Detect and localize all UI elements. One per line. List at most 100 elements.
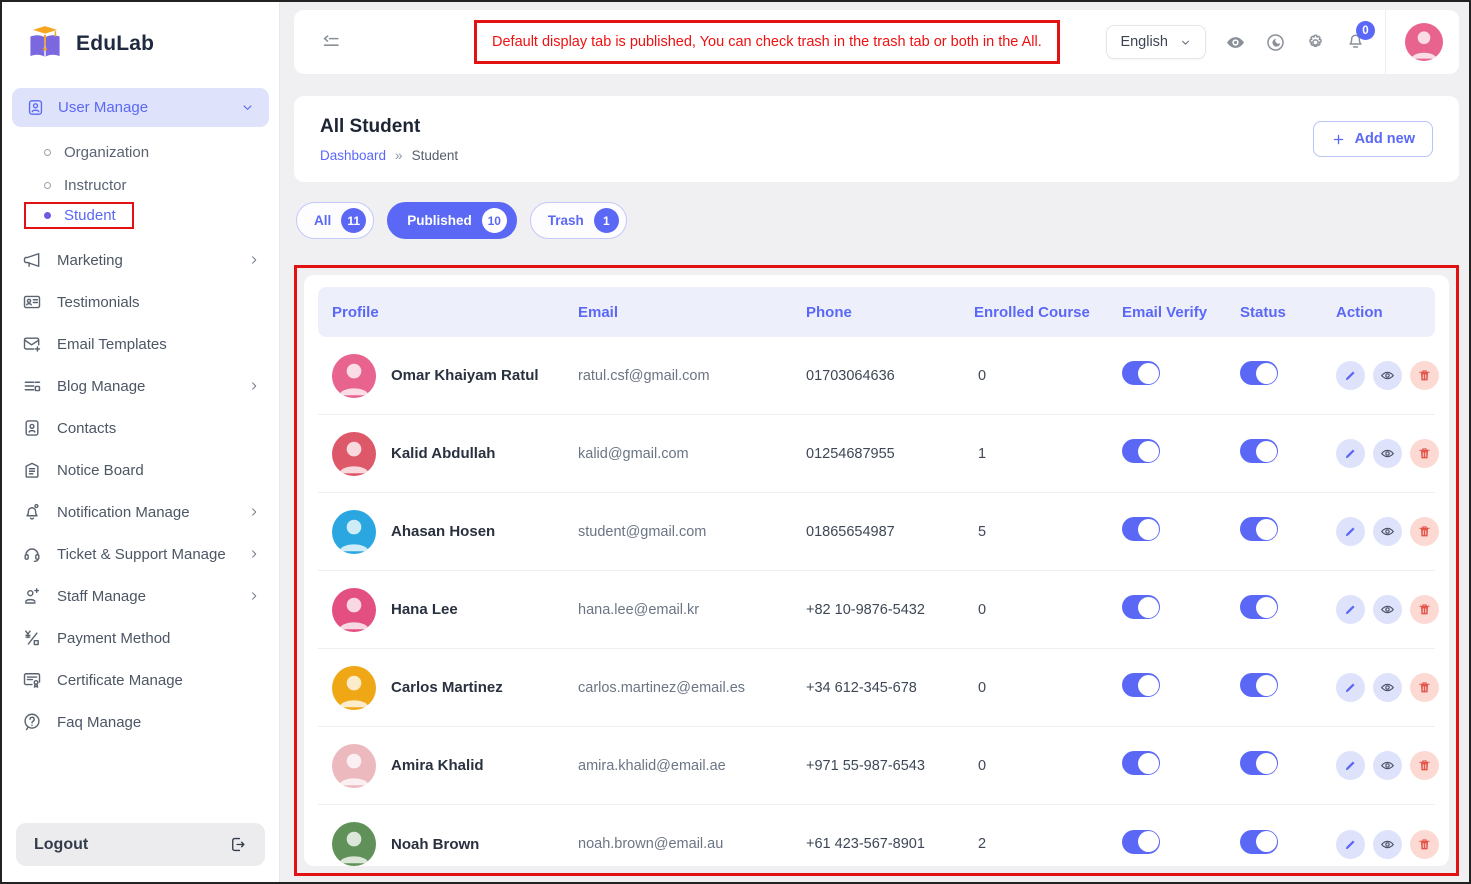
sidebar-item-payment-method[interactable]: Payment Method (12, 617, 269, 659)
delete-button[interactable] (1410, 673, 1439, 702)
table-body: Omar Khaiyam Ratul ratul.csf@gmail.com 0… (318, 337, 1435, 866)
sidebar-item-testimonials[interactable]: Testimonials (12, 281, 269, 323)
tab-count-badge: 10 (482, 208, 507, 233)
collapse-icon[interactable] (320, 31, 342, 53)
notice-board-icon (22, 460, 42, 480)
table-header: ProfileEmailPhoneEnrolled CourseEmail Ve… (318, 287, 1435, 337)
moon-icon[interactable] (1265, 32, 1286, 53)
enrolled-count: 1 (974, 446, 1122, 462)
email-verify-toggle[interactable] (1122, 830, 1160, 854)
student-phone: +61 423-567-8901 (806, 836, 974, 852)
sidebar-group-label: User Manage (58, 99, 148, 116)
tab-published[interactable]: Published 10 (387, 202, 517, 239)
table-row: Hana Lee hana.lee@email.kr +82 10-9876-5… (318, 571, 1435, 649)
chevron-right-icon (247, 589, 261, 603)
email-verify-toggle[interactable] (1122, 751, 1160, 775)
delete-button[interactable] (1410, 517, 1439, 546)
student-phone: +971 55-987-6543 (806, 758, 974, 774)
topbar-right: English 0 (1106, 10, 1443, 74)
sidebar-item-staff-manage[interactable]: Staff Manage (12, 575, 269, 617)
user-avatar[interactable] (1405, 23, 1443, 61)
delete-button[interactable] (1410, 439, 1439, 468)
sidebar-item-ticket-support-manage[interactable]: Ticket & Support Manage (12, 533, 269, 575)
delete-button[interactable] (1410, 830, 1439, 859)
sidebar-item-notice-board[interactable]: Notice Board (12, 449, 269, 491)
breadcrumb-current: Student (412, 148, 459, 163)
delete-button[interactable] (1410, 361, 1439, 390)
status-toggle[interactable] (1240, 517, 1278, 541)
enrolled-count: 0 (974, 368, 1122, 384)
view-button[interactable] (1373, 673, 1402, 702)
email-verify-toggle[interactable] (1122, 439, 1160, 463)
gear-icon[interactable] (1305, 32, 1326, 53)
edit-button[interactable] (1336, 361, 1365, 390)
sidebar-subitem-instructor[interactable]: Instructor (44, 169, 269, 202)
view-button[interactable] (1373, 361, 1402, 390)
status-toggle[interactable] (1240, 673, 1278, 697)
trash-icon (1417, 368, 1432, 383)
chevron-right-icon (247, 505, 261, 519)
breadcrumb-dashboard[interactable]: Dashboard (320, 148, 386, 163)
app-window: { "app": { "name": "EduLab" }, "colors":… (0, 0, 1471, 884)
column-header-phone: Phone (806, 304, 974, 321)
student-phone: 01703064636 (806, 368, 974, 384)
sidebar-item-email-templates[interactable]: Email Templates (12, 323, 269, 365)
sidebar-item-marketing[interactable]: Marketing (12, 239, 269, 281)
email-verify-toggle[interactable] (1122, 673, 1160, 697)
email-templates-icon (22, 334, 42, 354)
status-toggle[interactable] (1240, 595, 1278, 619)
status-toggle[interactable] (1240, 439, 1278, 463)
view-button[interactable] (1373, 751, 1402, 780)
logout-button[interactable]: Logout (16, 823, 265, 866)
sidebar-item-notification-manage[interactable]: Notification Manage (12, 491, 269, 533)
language-select[interactable]: English (1106, 25, 1206, 59)
avatar-silhouette (332, 432, 376, 476)
tab-trash[interactable]: Trash 1 (530, 202, 627, 239)
pencil-icon (1343, 446, 1358, 461)
sidebar-item-certificate-manage[interactable]: Certificate Manage (12, 659, 269, 701)
view-button[interactable] (1373, 595, 1402, 624)
view-button[interactable] (1373, 830, 1402, 859)
students-table: ProfileEmailPhoneEnrolled CourseEmail Ve… (304, 275, 1449, 866)
app-logo: EduLab (2, 16, 279, 88)
column-header-status: Status (1240, 304, 1336, 321)
notifications-button[interactable]: 0 (1345, 29, 1366, 55)
chevron-right-icon (247, 547, 261, 561)
status-toggle[interactable] (1240, 751, 1278, 775)
student-email: hana.lee@email.kr (578, 602, 806, 618)
view-button[interactable] (1373, 439, 1402, 468)
sidebar-subitem-student[interactable]: Student (24, 202, 134, 229)
sidebar-item-blog-manage[interactable]: Blog Manage (12, 365, 269, 407)
student-name: Carlos Martinez (391, 679, 503, 696)
sidebar-subitem-organization[interactable]: Organization (44, 136, 269, 169)
sidebar-item-contacts[interactable]: Contacts (12, 407, 269, 449)
eye-icon[interactable] (1225, 32, 1246, 53)
sidebar-item-faq-manage[interactable]: Faq Manage (12, 701, 269, 743)
trash-icon (1417, 758, 1432, 773)
status-toggle[interactable] (1240, 361, 1278, 385)
enrolled-count: 0 (974, 680, 1122, 696)
table-row: Noah Brown noah.brown@email.au +61 423-5… (318, 805, 1435, 866)
email-verify-toggle[interactable] (1122, 517, 1160, 541)
student-avatar (332, 744, 376, 788)
edit-button[interactable] (1336, 439, 1365, 468)
trash-icon (1417, 837, 1432, 852)
delete-button[interactable] (1410, 595, 1439, 624)
email-verify-toggle[interactable] (1122, 595, 1160, 619)
edit-button[interactable] (1336, 595, 1365, 624)
edit-button[interactable] (1336, 751, 1365, 780)
email-verify-toggle[interactable] (1122, 361, 1160, 385)
student-name: Kalid Abdullah (391, 445, 495, 462)
edit-button[interactable] (1336, 517, 1365, 546)
student-phone: 01865654987 (806, 524, 974, 540)
add-new-button[interactable]: Add new (1313, 121, 1433, 157)
edit-button[interactable] (1336, 830, 1365, 859)
delete-button[interactable] (1410, 751, 1439, 780)
breadcrumb-separator: » (395, 148, 403, 163)
status-toggle[interactable] (1240, 830, 1278, 854)
view-button[interactable] (1373, 517, 1402, 546)
student-name: Noah Brown (391, 836, 479, 853)
tab-all[interactable]: All 11 (296, 202, 374, 239)
sidebar-group-user-manage[interactable]: User Manage (12, 88, 269, 127)
edit-button[interactable] (1336, 673, 1365, 702)
